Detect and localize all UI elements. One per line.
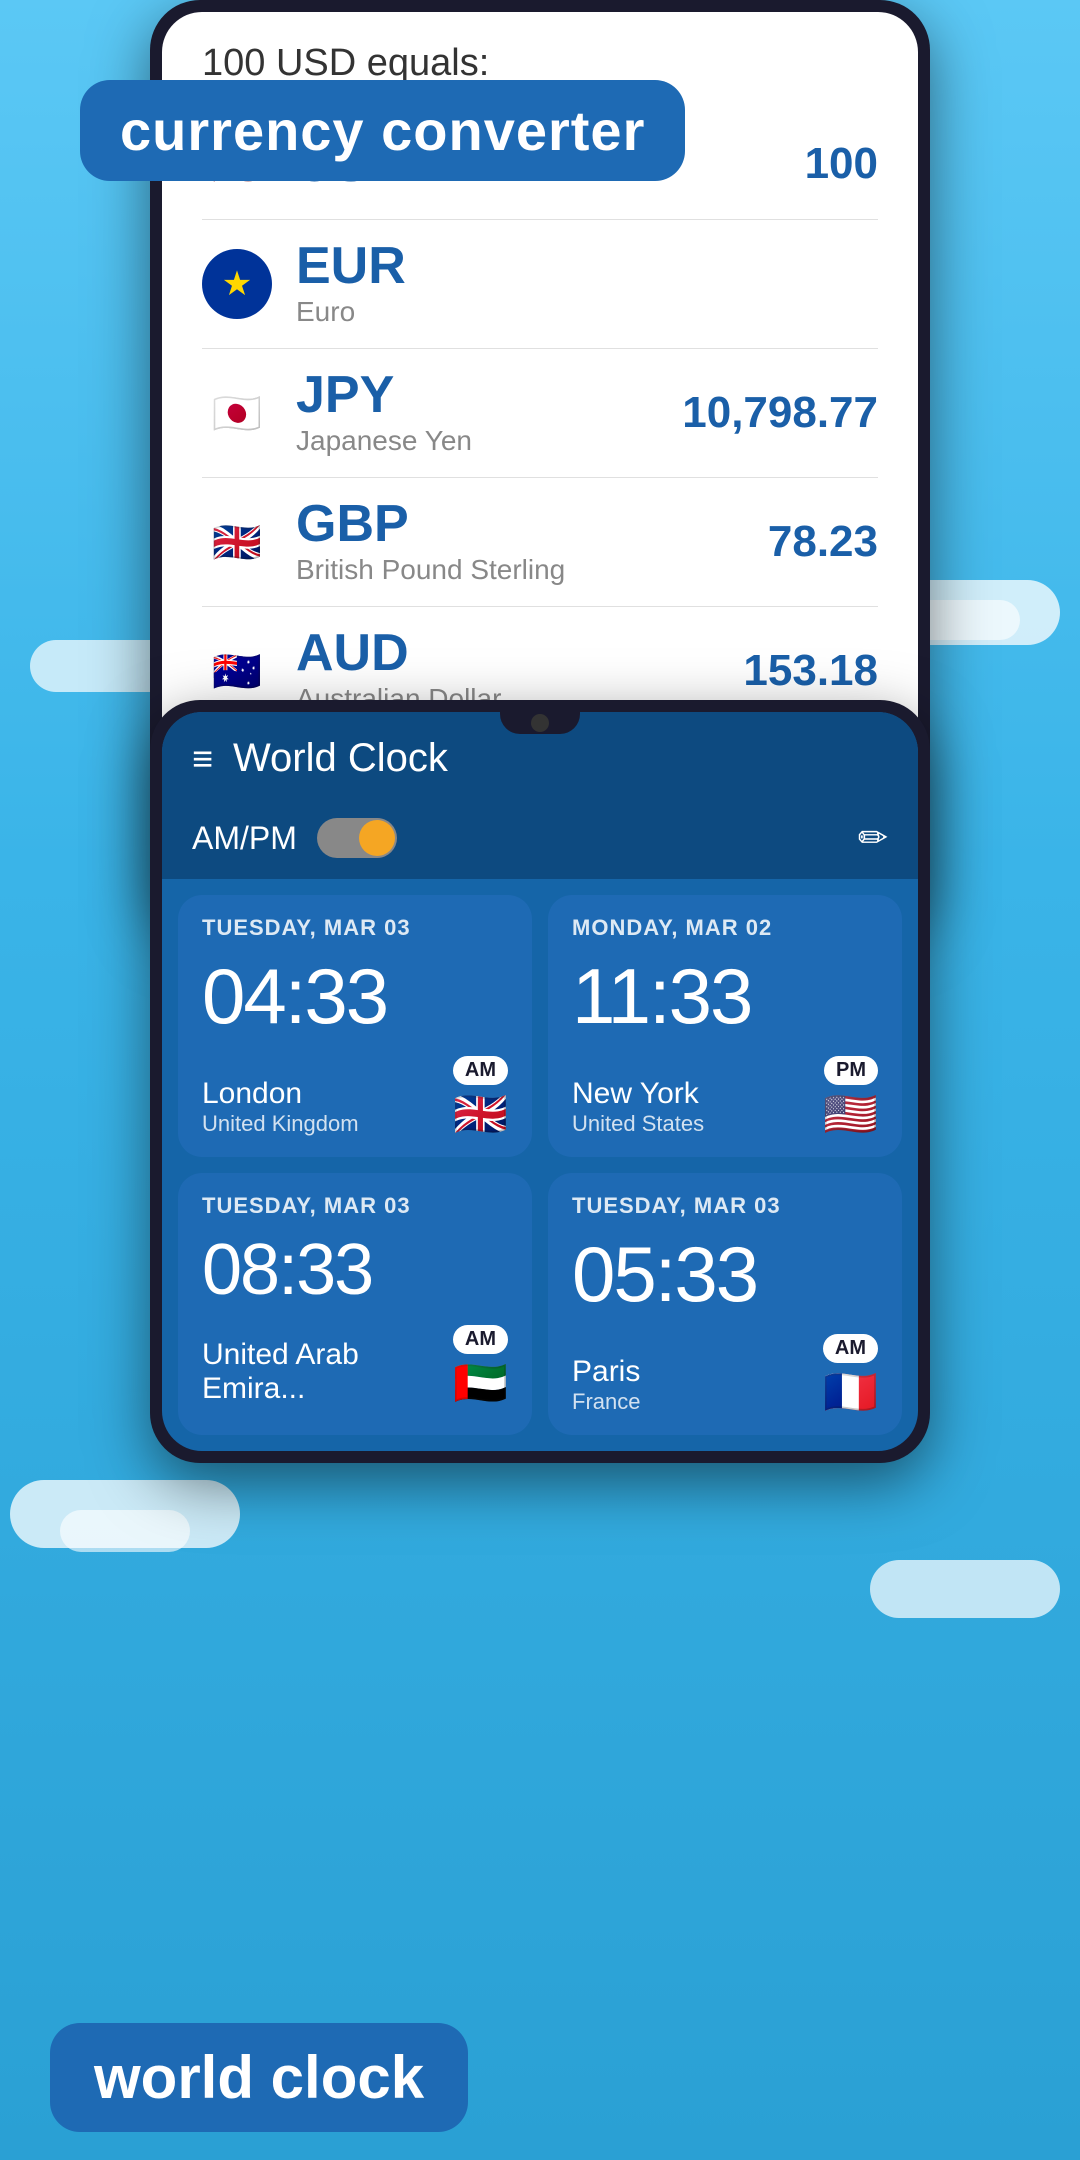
- gbp-flag: 🇬🇧: [202, 507, 272, 577]
- paris-flag: 🇫🇷: [823, 1371, 878, 1415]
- uae-ampm: AM: [453, 1325, 508, 1354]
- newyork-flag: 🇺🇸: [823, 1093, 878, 1137]
- notch-camera: [531, 714, 549, 732]
- jpy-value: 10,798.77: [682, 388, 878, 438]
- paris-country: France: [572, 1389, 640, 1415]
- london-country: United Kingdom: [202, 1111, 359, 1137]
- world-clock-phone: ≡ World Clock AM/PM ✏ TUESDAY, MAR 03 04…: [150, 700, 930, 1463]
- jpy-code: JPY: [296, 369, 682, 421]
- jpy-name: Japanese Yen: [296, 425, 682, 457]
- phone-notch: [500, 712, 580, 734]
- ampm-label: AM/PM: [192, 820, 297, 857]
- london-day: TUESDAY, MAR 03: [202, 915, 508, 941]
- ampm-toggle[interactable]: [317, 818, 397, 858]
- paris-day: TUESDAY, MAR 03: [572, 1193, 878, 1219]
- usd-value: 100: [805, 139, 878, 189]
- gbp-code: GBP: [296, 498, 768, 550]
- uae-flag: 🇦🇪: [453, 1362, 508, 1406]
- aud-value: 153.18: [743, 646, 878, 696]
- aud-flag: 🇦🇺: [202, 636, 272, 706]
- uae-city: United Arab Emira...: [202, 1338, 453, 1406]
- gbp-value: 78.23: [768, 517, 878, 567]
- menu-icon[interactable]: ≡: [192, 738, 213, 780]
- newyork-time: 11:33: [572, 951, 878, 1042]
- london-ampm: AM: [453, 1056, 508, 1085]
- newyork-day: MONDAY, MAR 02: [572, 915, 878, 941]
- jpy-flag: 🇯🇵: [202, 378, 272, 448]
- newyork-ampm: PM: [824, 1056, 878, 1085]
- currency-converter-badge-label: currency converter: [120, 99, 645, 162]
- uae-time: 08:33: [202, 1229, 508, 1311]
- table-row: ★ EUR Euro: [202, 220, 878, 349]
- aud-code: AUD: [296, 627, 743, 679]
- cc-header: 100 USD equals:: [202, 42, 878, 85]
- eur-name: Euro: [296, 296, 878, 328]
- eur-code: EUR: [296, 240, 878, 292]
- clock-grid: TUESDAY, MAR 03 04:33 London United King…: [162, 879, 918, 1451]
- uae-day: TUESDAY, MAR 03: [202, 1193, 508, 1219]
- paris-ampm: AM: [823, 1334, 878, 1363]
- clock-card-newyork: MONDAY, MAR 02 11:33 New York United Sta…: [548, 895, 902, 1157]
- newyork-country: United States: [572, 1111, 704, 1137]
- toggle-thumb: [359, 820, 395, 856]
- newyork-city: New York: [572, 1077, 704, 1111]
- london-city: London: [202, 1077, 359, 1111]
- paris-time: 05:33: [572, 1229, 878, 1320]
- world-clock-title: World Clock: [233, 736, 888, 781]
- gbp-name: British Pound Sterling: [296, 554, 768, 586]
- world-clock-badge-label: world clock: [94, 2044, 424, 2111]
- paris-city: Paris: [572, 1355, 640, 1389]
- ampm-toolbar: AM/PM ✏: [162, 801, 918, 879]
- table-row: 🇯🇵 JPY Japanese Yen 10,798.77: [202, 349, 878, 478]
- world-clock-screen: ≡ World Clock AM/PM ✏ TUESDAY, MAR 03 04…: [162, 712, 918, 1451]
- clock-card-uae: TUESDAY, MAR 03 08:33 United Arab Emira.…: [178, 1173, 532, 1435]
- currency-converter-badge: currency converter: [80, 80, 685, 181]
- clock-card-london: TUESDAY, MAR 03 04:33 London United King…: [178, 895, 532, 1157]
- clock-card-paris: TUESDAY, MAR 03 05:33 Paris France AM 🇫🇷: [548, 1173, 902, 1435]
- london-time: 04:33: [202, 951, 508, 1042]
- london-flag: 🇬🇧: [453, 1093, 508, 1137]
- world-clock-badge: world clock: [50, 2023, 468, 2132]
- table-row: 🇬🇧 GBP British Pound Sterling 78.23: [202, 478, 878, 607]
- eur-flag: ★: [202, 249, 272, 319]
- edit-icon[interactable]: ✏: [858, 817, 888, 859]
